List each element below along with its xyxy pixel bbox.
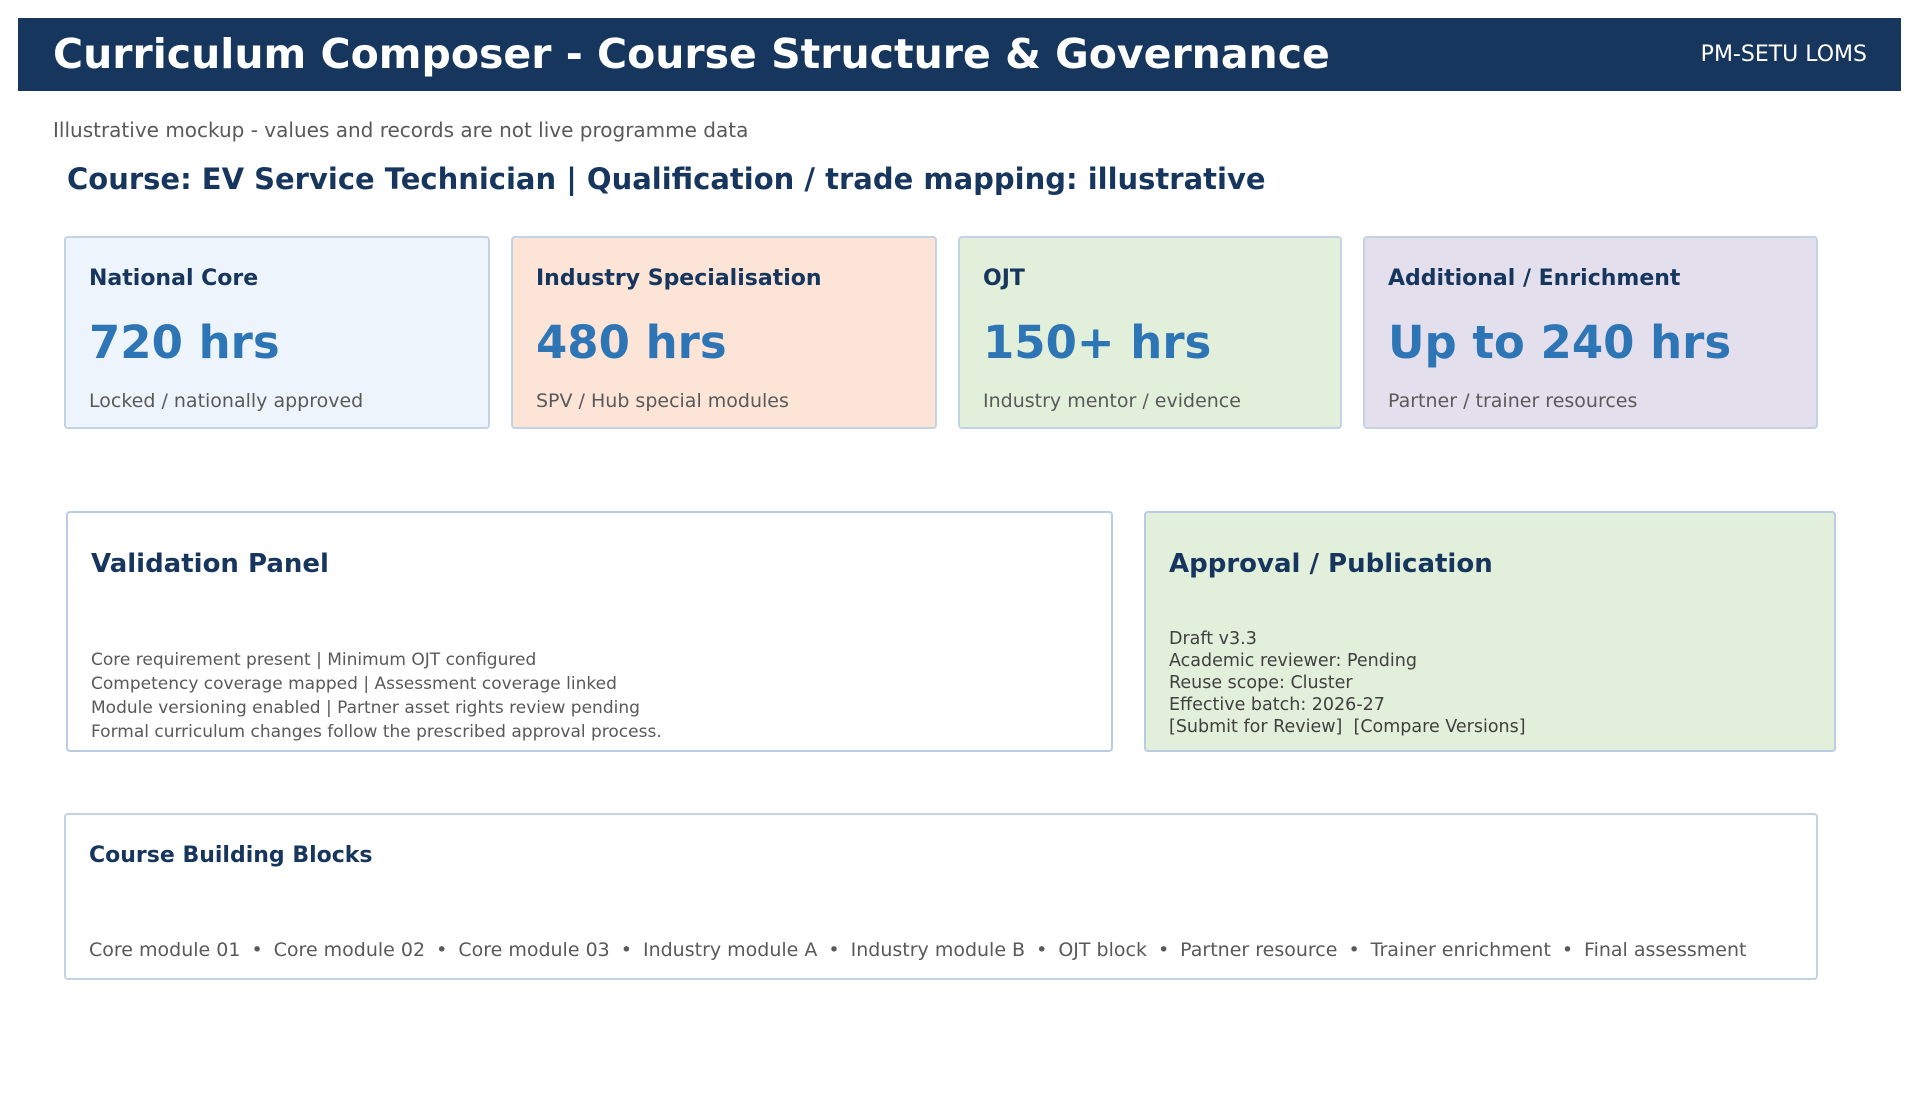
validation-checklist: Core requirement present | Minimum OJT c… bbox=[91, 648, 662, 744]
building-block-item[interactable]: Core module 01 bbox=[89, 939, 240, 961]
effective-batch: Effective batch: 2026-27 bbox=[1169, 695, 1385, 715]
card-hours-value: 720 hrs bbox=[89, 316, 280, 369]
card-note: SPV / Hub special modules bbox=[536, 390, 789, 412]
submit-for-review-button[interactable]: [Submit for Review] bbox=[1169, 716, 1342, 738]
card-title: OJT bbox=[983, 266, 1025, 291]
card-note: Partner / trainer resources bbox=[1388, 390, 1638, 412]
card-title: Industry Specialisation bbox=[536, 266, 822, 291]
app-name: PM-SETU LOMS bbox=[1700, 42, 1867, 67]
building-blocks-title: Course Building Blocks bbox=[89, 843, 373, 868]
separator-dot: • bbox=[1561, 939, 1574, 961]
separator-dot: • bbox=[1157, 939, 1170, 961]
reuse-scope: Reuse scope: Cluster bbox=[1169, 673, 1353, 693]
card-title: Additional / Enrichment bbox=[1388, 266, 1681, 291]
validation-line: Competency coverage mapped | Assessment … bbox=[91, 674, 617, 694]
course-heading: Course: EV Service Technician | Qualific… bbox=[67, 162, 1266, 196]
building-block-item[interactable]: Trainer enrichment bbox=[1371, 939, 1551, 961]
page-title: Curriculum Composer - Course Structure &… bbox=[53, 30, 1330, 78]
separator-dot: • bbox=[251, 939, 263, 961]
card-note: Industry mentor / evidence bbox=[983, 390, 1241, 412]
app-header: Curriculum Composer - Course Structure &… bbox=[18, 18, 1901, 91]
mockup-disclaimer: Illustrative mockup - values and records… bbox=[53, 118, 749, 142]
building-block-item[interactable]: Partner resource bbox=[1180, 939, 1337, 961]
building-block-item[interactable]: Industry module B bbox=[851, 939, 1025, 961]
separator-dot: • bbox=[1036, 939, 1048, 961]
card-hours-value: 480 hrs bbox=[536, 316, 727, 369]
building-block-item[interactable]: Core module 02 bbox=[274, 939, 425, 961]
card-title: National Core bbox=[89, 266, 259, 291]
separator-dot: • bbox=[620, 939, 632, 961]
separator-dot: • bbox=[1348, 939, 1360, 961]
approval-actions: [Submit for Review] [Compare Versions] bbox=[1169, 716, 1526, 738]
building-block-item[interactable]: Industry module A bbox=[643, 939, 817, 961]
compare-versions-button[interactable]: [Compare Versions] bbox=[1354, 716, 1526, 738]
separator-dot: • bbox=[436, 939, 448, 961]
card-note: Locked / nationally approved bbox=[89, 390, 364, 412]
hours-card-additional-enrichment: Additional / Enrichment Up to 240 hrs Pa… bbox=[1363, 236, 1818, 429]
validation-panel-title: Validation Panel bbox=[91, 549, 329, 579]
building-block-item[interactable]: Final assessment bbox=[1584, 939, 1746, 961]
validation-panel: Validation Panel Core requirement presen… bbox=[66, 511, 1113, 752]
hours-card-national-core: National Core 720 hrs Locked / nationall… bbox=[64, 236, 490, 429]
draft-version: Draft v3.3 bbox=[1169, 629, 1257, 649]
approval-details: Draft v3.3 Academic reviewer: Pending Re… bbox=[1169, 628, 1526, 738]
hours-card-industry-specialisation: Industry Specialisation 480 hrs SPV / Hu… bbox=[511, 236, 937, 429]
approval-publication-panel: Approval / Publication Draft v3.3 Academ… bbox=[1144, 511, 1836, 752]
course-building-blocks: Course Building Blocks Core module 01 • … bbox=[64, 813, 1818, 980]
validation-line: Formal curriculum changes follow the pre… bbox=[91, 722, 662, 742]
approval-panel-title: Approval / Publication bbox=[1169, 549, 1493, 579]
card-hours-value: 150+ hrs bbox=[983, 316, 1212, 369]
validation-line: Module versioning enabled | Partner asse… bbox=[91, 698, 640, 718]
building-block-item[interactable]: Core module 03 bbox=[458, 939, 609, 961]
hours-card-ojt: OJT 150+ hrs Industry mentor / evidence bbox=[958, 236, 1342, 429]
building-blocks-list: Core module 01 • Core module 02 • Core m… bbox=[89, 939, 1746, 961]
validation-line: Core requirement present | Minimum OJT c… bbox=[91, 650, 537, 670]
building-block-item[interactable]: OJT block bbox=[1058, 939, 1147, 961]
separator-dot: • bbox=[828, 939, 840, 961]
card-hours-value: Up to 240 hrs bbox=[1388, 316, 1732, 369]
academic-reviewer-status: Academic reviewer: Pending bbox=[1169, 651, 1417, 671]
